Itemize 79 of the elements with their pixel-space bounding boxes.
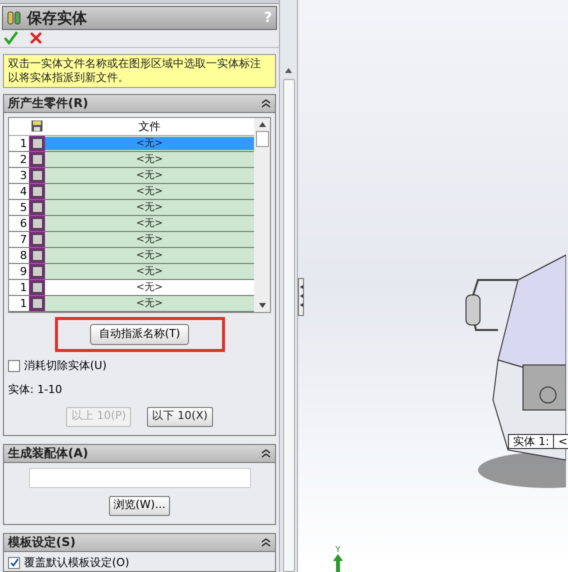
checkbox[interactable] (8, 360, 20, 372)
axis-label: Y (336, 546, 340, 554)
table-cell: <无> (45, 136, 254, 150)
scroll-up-icon[interactable] (258, 122, 266, 126)
section-title: 所产生零件(R) (8, 95, 88, 112)
row-number: 4 (9, 184, 29, 198)
table-cell-text: <无> (135, 248, 164, 262)
scroll-up-icon[interactable] (285, 68, 292, 73)
collapse-icon[interactable] (261, 98, 271, 108)
collapse-tab[interactable] (298, 278, 304, 316)
range-label: 实体: 1-10 (7, 382, 64, 398)
section-header[interactable]: 模板设定(S) (4, 534, 275, 552)
cancel-icon[interactable] (30, 32, 42, 44)
table-scrollbar[interactable] (254, 118, 270, 312)
collapse-icon[interactable] (261, 448, 271, 458)
confirm-icon[interactable] (4, 31, 18, 46)
table-cell-text: <无> (135, 168, 164, 182)
row-number: 1 (9, 296, 29, 310)
table-row[interactable]: 9 <无> (9, 264, 254, 280)
auto-assign-button[interactable]: 自动指派名称(T) (90, 324, 190, 344)
panel-scroll-thumb[interactable] (282, 79, 294, 572)
table-row[interactable]: 5 <无> (9, 200, 254, 216)
table-cell-text: <无> (135, 264, 164, 278)
row-number: 8 (9, 248, 29, 262)
section-header[interactable]: 生成装配体(A) (4, 444, 275, 462)
callout-value: < (557, 435, 568, 448)
row-checkbox[interactable] (32, 154, 42, 164)
row-checkbox[interactable] (32, 170, 42, 180)
message-box: 双击一实体文件名称或在图形区域中选取一实体标注以将实体指派到新文件。 (3, 54, 276, 88)
table-cell-text: <无> (135, 232, 164, 246)
table-row[interactable]: 4 <无> (9, 184, 254, 200)
row-checkbox[interactable] (32, 266, 42, 276)
checkbox[interactable] (8, 556, 20, 569)
table-cell-text: <无> (135, 296, 164, 310)
scroll-down-icon[interactable] (258, 302, 266, 308)
table-row[interactable]: 3 <无> (9, 168, 254, 184)
row-number: 3 (9, 168, 29, 182)
section-header[interactable]: 所产生零件(R) (4, 94, 275, 112)
row-number: 2 (9, 152, 29, 166)
row-checkbox[interactable] (32, 282, 42, 292)
table-row[interactable]: 1 <无> (9, 136, 254, 152)
row-checkbox[interactable] (32, 250, 42, 260)
table-row[interactable]: 8 <无> (9, 248, 254, 264)
table-row[interactable]: 1 <无> (9, 280, 254, 296)
row-checkbox[interactable] (32, 202, 42, 212)
table-cell-text: <无> (135, 152, 164, 166)
row-number: 7 (9, 232, 29, 246)
section-title: 生成装配体(A) (8, 445, 88, 462)
row-number: 1 (9, 136, 29, 150)
section-title: 模板设定(S) (8, 534, 76, 551)
row-number: 6 (9, 216, 29, 230)
table-cell-text: <无> (135, 200, 164, 214)
scroll-thumb[interactable] (256, 130, 268, 146)
row-checkbox[interactable] (32, 138, 42, 148)
save-icon (31, 120, 43, 132)
checkbox-label: 覆盖默认模板设定(O) (24, 554, 130, 570)
checkbox-label: 消耗切除实体(U) (24, 358, 107, 374)
row-checkbox[interactable] (32, 218, 42, 228)
row-checkbox[interactable] (32, 234, 42, 244)
panel-scrollbar[interactable] (280, 0, 298, 572)
row-number: 9 (9, 264, 29, 278)
table-row[interactable]: 6 <无> (9, 216, 254, 232)
save-bodies-icon (7, 10, 23, 26)
y-axis-arrow-icon (333, 554, 343, 572)
table-cell-text: <无> (135, 280, 164, 294)
browse-button[interactable]: 浏览(W)... (108, 496, 170, 516)
table-cell-text: <无> (135, 184, 164, 198)
row-checkbox[interactable] (32, 186, 42, 196)
page-button[interactable]: 以下 10(X) (147, 406, 213, 426)
callout-label: 实体 1: (509, 435, 554, 448)
table-row[interactable]: 7 <无> (9, 232, 254, 248)
collapse-icon[interactable] (261, 537, 271, 547)
table-row[interactable]: 1 <无> (9, 296, 254, 312)
panel-title: 保存实体 (27, 8, 87, 29)
table-cell-text: <无> (135, 216, 164, 230)
row-checkbox[interactable] (32, 298, 42, 308)
row-number: 5 (9, 200, 29, 214)
assembly-field[interactable] (28, 468, 250, 488)
table-row[interactable]: 2 <无> (9, 152, 254, 168)
